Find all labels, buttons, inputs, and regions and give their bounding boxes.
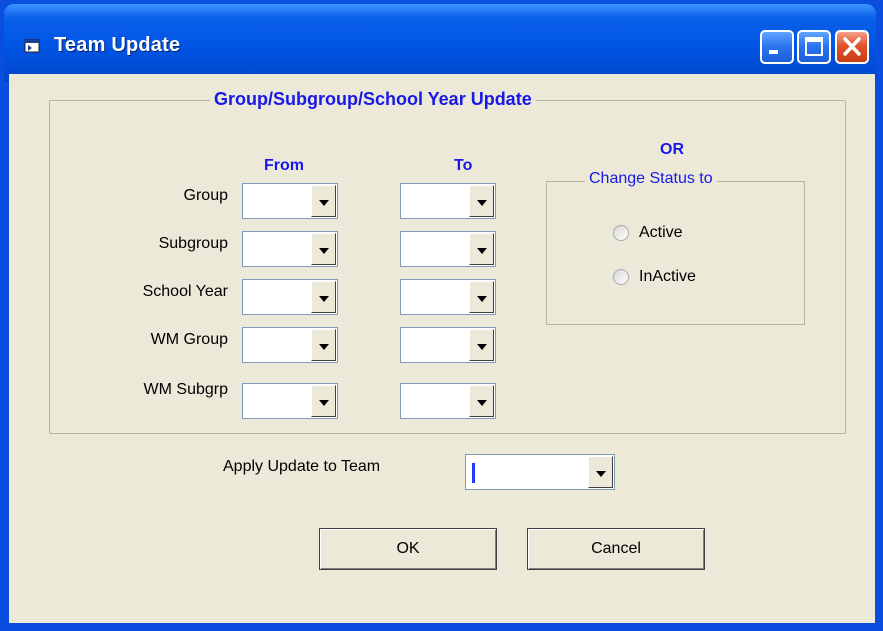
row-label-subgroup: Subgroup	[158, 235, 228, 252]
cancel-button[interactable]: Cancel	[527, 528, 705, 570]
close-button[interactable]	[835, 30, 869, 64]
wm-subgrp-from-combo[interactable]	[242, 383, 338, 419]
update-group-box: Group/Subgroup/School Year Update From T…	[49, 89, 846, 434]
chevron-down-icon[interactable]	[469, 329, 494, 361]
window-icon[interactable]	[24, 39, 40, 53]
chevron-down-icon[interactable]	[469, 233, 494, 265]
window-title: Team Update	[54, 34, 181, 56]
radio-button-icon[interactable]	[613, 269, 629, 285]
dialog-body: Group/Subgroup/School Year Update From T…	[9, 74, 875, 623]
or-label: OR	[660, 141, 684, 158]
school-year-to-combo[interactable]	[400, 279, 496, 315]
group-from-combo[interactable]	[242, 183, 338, 219]
radio-active-label: Active	[639, 224, 683, 241]
chevron-down-icon[interactable]	[311, 185, 336, 217]
close-icon	[843, 37, 861, 56]
ok-button[interactable]: OK	[319, 528, 497, 570]
wm-subgrp-to-combo[interactable]	[400, 383, 496, 419]
title-bar[interactable]: Team Update	[4, 4, 876, 82]
row-label-wm-group: WM Group	[150, 331, 228, 348]
school-year-from-combo[interactable]	[242, 279, 338, 315]
chevron-down-icon[interactable]	[311, 329, 336, 361]
wm-group-from-combo[interactable]	[242, 327, 338, 363]
wm-group-to-combo[interactable]	[400, 327, 496, 363]
subgroup-from-combo[interactable]	[242, 231, 338, 267]
row-label-school-year: School Year	[142, 283, 228, 300]
chevron-down-icon[interactable]	[469, 185, 494, 217]
minimize-icon	[769, 50, 778, 54]
chevron-down-icon[interactable]	[469, 281, 494, 313]
radio-button-icon[interactable]	[613, 225, 629, 241]
text-caret	[472, 463, 475, 483]
apply-team-combo[interactable]	[465, 454, 615, 490]
chevron-down-icon[interactable]	[311, 281, 336, 313]
chevron-down-icon[interactable]	[311, 233, 336, 265]
chevron-down-icon[interactable]	[469, 385, 494, 417]
row-label-group: Group	[183, 187, 228, 204]
group-to-combo[interactable]	[400, 183, 496, 219]
change-status-title: Change Status to	[585, 170, 717, 188]
radio-active[interactable]: Active	[613, 224, 683, 242]
radio-inactive[interactable]: InActive	[613, 268, 696, 286]
from-column-header: From	[264, 157, 304, 174]
group-box-title: Group/Subgroup/School Year Update	[210, 89, 536, 110]
chevron-down-icon[interactable]	[311, 385, 336, 417]
maximize-button[interactable]	[797, 30, 831, 64]
minimize-button[interactable]	[760, 30, 794, 64]
apply-update-label: Apply Update to Team	[223, 458, 381, 475]
chevron-down-icon[interactable]	[588, 456, 613, 488]
radio-inactive-label: InActive	[639, 268, 696, 285]
maximize-icon	[805, 37, 823, 56]
to-column-header: To	[454, 157, 473, 174]
row-label-wm-subgrp: WM Subgrp	[143, 381, 228, 398]
change-status-box: Change Status to Active InActive	[546, 170, 805, 325]
subgroup-to-combo[interactable]	[400, 231, 496, 267]
